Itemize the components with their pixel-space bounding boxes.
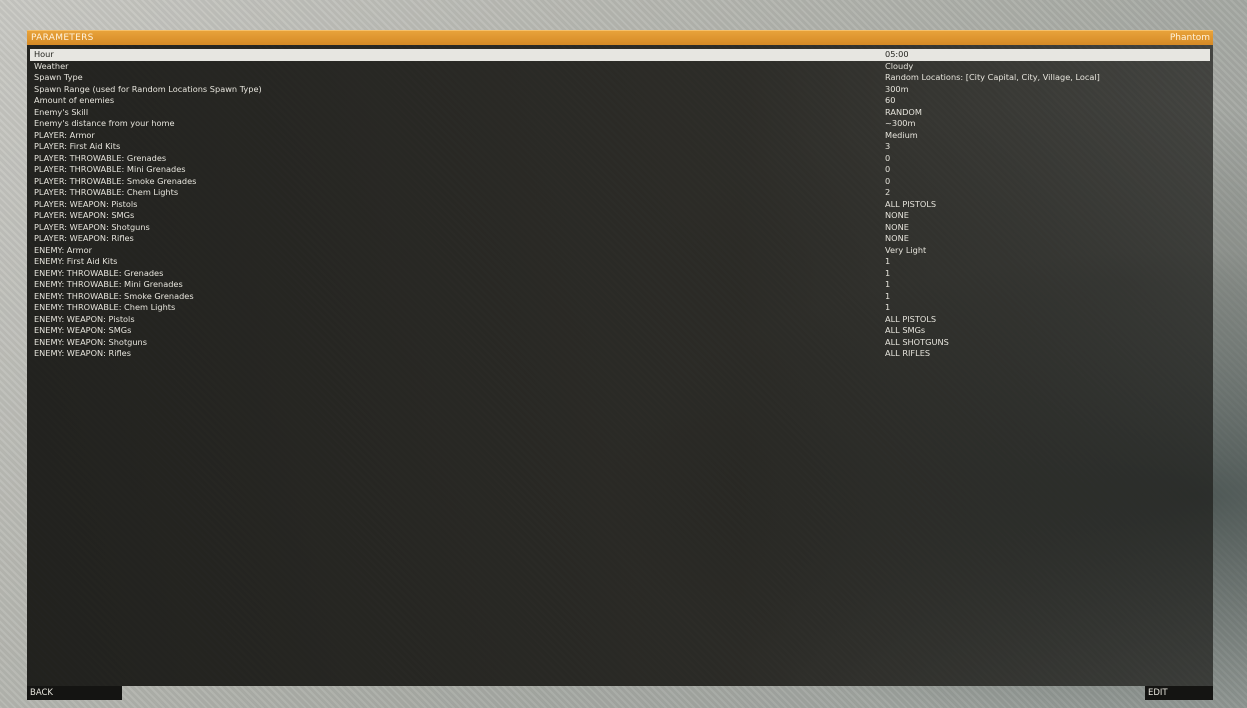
parameter-row[interactable]: ENEMY: First Aid Kits 1 (30, 256, 1210, 268)
parameter-row[interactable]: ENEMY: WEAPON: Rifles ALL RIFLES (30, 348, 1210, 360)
parameter-row[interactable]: PLAYER: WEAPON: Rifles NONE (30, 233, 1210, 245)
parameter-row[interactable]: ENEMY: THROWABLE: Mini Grenades 1 (30, 279, 1210, 291)
parameter-row[interactable]: PLAYER: WEAPON: SMGs NONE (30, 210, 1210, 222)
parameter-name: ENEMY: WEAPON: Pistols (34, 313, 135, 324)
parameter-list: Hour 05:00 Weather Cloudy Spawn Type Random L… (30, 49, 1210, 360)
profile-name: Phantom (1169, 33, 1210, 43)
parameter-row[interactable]: ENEMY: WEAPON: SMGs ALL SMGs (30, 325, 1210, 337)
parameter-name: Enemy's distance from your home (34, 118, 175, 128)
parameter-row[interactable]: ENEMY: THROWABLE: Smoke Grenades 1 (30, 291, 1210, 303)
parameter-row[interactable]: Weather Cloudy (30, 61, 1210, 73)
parameter-row[interactable]: Spawn Type Random Locations: [City Capita… (30, 72, 1210, 84)
parameter-row[interactable]: PLAYER: WEAPON: Pistols ALL PISTOLS (30, 199, 1210, 211)
parameter-value: 1 (885, 267, 891, 278)
parameter-value: NONE (885, 233, 909, 243)
parameter-value: Random Locations: [City Capital, City, V… (885, 72, 1100, 82)
parameter-name: PLAYER: WEAPON: Shotguns (34, 221, 150, 232)
parameter-value: 300m (885, 83, 909, 94)
parameter-name: ENEMY: THROWABLE: Grenades (34, 267, 164, 278)
parameter-value: Very Light (885, 244, 927, 255)
parameter-value: NONE (885, 221, 909, 232)
parameter-value: 05:00 (885, 49, 909, 59)
parameter-value: 3 (885, 141, 891, 151)
parameter-name: PLAYER: First Aid Kits (34, 141, 121, 151)
parameter-name: ENEMY: THROWABLE: Chem Lights (34, 302, 176, 312)
title-bar: PARAMETERS Phantom (27, 30, 1213, 45)
parameter-value: ALL SMGs (885, 325, 926, 335)
game-screen: PARAMETERS Phantom Hour 05:00 Weather Cloud… (0, 0, 1247, 708)
parameter-name: Enemy's Skill (34, 106, 89, 117)
parameter-value: 2 (885, 187, 891, 197)
parameter-name: Amount of enemies (34, 95, 115, 105)
parameter-name: ENEMY: First Aid Kits (34, 256, 118, 266)
parameter-name: PLAYER: WEAPON: Pistols (34, 198, 138, 209)
parameter-row[interactable]: PLAYER: THROWABLE: Mini Grenades 0 (30, 164, 1210, 176)
parameter-value: 1 (885, 290, 891, 301)
parameter-name: PLAYER: THROWABLE: Mini Grenades (34, 164, 186, 174)
parameter-value: 1 (885, 302, 891, 312)
parameter-value: Cloudy (885, 60, 914, 71)
parameter-name: ENEMY: WEAPON: Rifles (34, 348, 131, 358)
parameter-name: PLAYER: Armor (34, 129, 95, 140)
parameter-row[interactable]: ENEMY: WEAPON: Shotguns ALL SHOTGUNS (30, 337, 1210, 349)
parameter-row[interactable]: PLAYER: WEAPON: Shotguns NONE (30, 222, 1210, 234)
parameter-row[interactable]: PLAYER: THROWABLE: Grenades 0 (30, 153, 1210, 165)
parameter-value: 60 (885, 95, 896, 105)
panel-title: PARAMETERS (31, 33, 94, 43)
parameter-value: 1 (885, 279, 891, 289)
parameter-name: ENEMY: WEAPON: Shotguns (34, 336, 147, 347)
edit-button[interactable]: EDIT (1145, 686, 1213, 700)
parameter-value: NONE (885, 210, 909, 220)
parameter-name: PLAYER: WEAPON: Rifles (34, 233, 134, 243)
parameter-value: ALL RIFLES (885, 348, 931, 358)
parameter-row[interactable]: ENEMY: WEAPON: Pistols ALL PISTOLS (30, 314, 1210, 326)
parameter-value: 0 (885, 164, 891, 174)
parameter-row[interactable]: Enemy's Skill RANDOM (30, 107, 1210, 119)
parameter-name: Spawn Type (34, 72, 83, 82)
parameter-row[interactable]: Amount of enemies 60 (30, 95, 1210, 107)
parameter-value: Medium (885, 129, 918, 140)
parameter-value: ALL SHOTGUNS (885, 336, 949, 347)
parameter-value: 1 (885, 256, 891, 266)
parameter-row[interactable]: ENEMY: THROWABLE: Grenades 1 (30, 268, 1210, 280)
parameter-value: RANDOM (885, 106, 922, 117)
parameter-value: ~300m (885, 118, 916, 128)
parameter-name: ENEMY: THROWABLE: Mini Grenades (34, 279, 183, 289)
parameter-value: 0 (885, 175, 891, 186)
back-button[interactable]: BACK (27, 686, 122, 700)
parameter-name: ENEMY: WEAPON: SMGs (34, 325, 132, 335)
parameter-name: PLAYER: THROWABLE: Chem Lights (34, 187, 179, 197)
parameter-value: ALL PISTOLS (885, 313, 937, 324)
footer-bar: BACK EDIT (27, 686, 1213, 700)
parameter-name: Weather (34, 60, 69, 71)
parameter-value: ALL PISTOLS (885, 198, 937, 209)
parameter-row[interactable]: PLAYER: THROWABLE: Chem Lights 2 (30, 187, 1210, 199)
parameter-name: PLAYER: WEAPON: SMGs (34, 210, 135, 220)
parameter-row[interactable]: ENEMY: THROWABLE: Chem Lights 1 (30, 302, 1210, 314)
parameter-name: Spawn Range (used for Random Locations S… (34, 83, 262, 94)
parameter-row[interactable]: PLAYER: First Aid Kits 3 (30, 141, 1210, 153)
parameter-row[interactable]: Hour 05:00 (30, 49, 1210, 61)
parameter-name: PLAYER: THROWABLE: Grenades (34, 152, 167, 163)
parameter-row[interactable]: ENEMY: Armor Very Light (30, 245, 1210, 257)
parameter-row[interactable]: PLAYER: Armor Medium (30, 130, 1210, 142)
parameter-row[interactable]: Spawn Range (used for Random Locations S… (30, 84, 1210, 96)
parameter-value: 0 (885, 152, 891, 163)
parameter-name: PLAYER: THROWABLE: Smoke Grenades (34, 175, 197, 186)
parameter-row[interactable]: PLAYER: THROWABLE: Smoke Grenades 0 (30, 176, 1210, 188)
parameter-name: ENEMY: THROWABLE: Smoke Grenades (34, 290, 194, 301)
parameter-name: ENEMY: Armor (34, 244, 92, 255)
parameter-row[interactable]: Enemy's distance from your home ~300m (30, 118, 1210, 130)
parameter-name: Hour (34, 49, 54, 59)
